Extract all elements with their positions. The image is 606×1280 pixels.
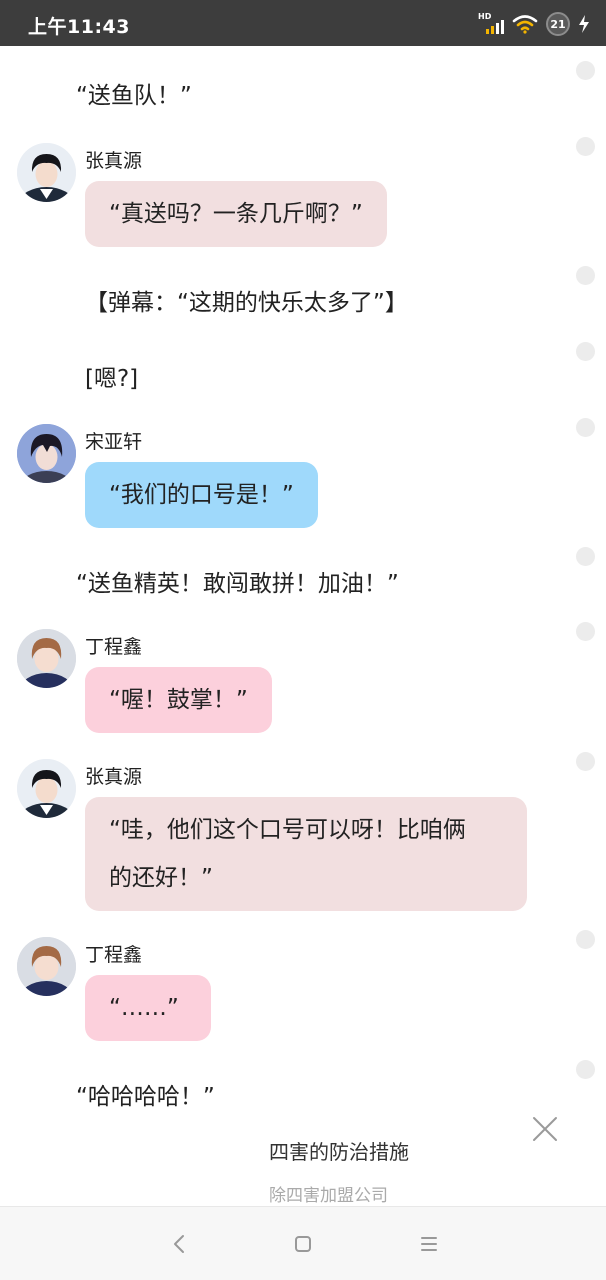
narration-text: “送鱼精英！敢闯敢拼！加油！” (76, 571, 399, 597)
ding-avatar[interactable] (17, 629, 76, 688)
comment-dot[interactable] (576, 342, 595, 361)
ding-avatar[interactable] (17, 937, 76, 996)
signal-icon: HD (478, 12, 504, 34)
status-icons: HD 21 (478, 12, 590, 36)
close-icon[interactable] (530, 1114, 560, 1144)
charging-icon (579, 15, 589, 33)
speaker-name: 宋亚轩 (85, 431, 143, 453)
speaker-name: 张真源 (85, 150, 143, 172)
chat-bubble: “……” (85, 975, 211, 1041)
zhang-avatar[interactable] (17, 143, 76, 202)
comment-dot[interactable] (576, 61, 595, 80)
speaker-name: 丁程鑫 (85, 944, 143, 966)
system-text: [嗯?] (85, 366, 139, 392)
chat-bubble: “喔！鼓掌！” (85, 667, 272, 733)
status-time: 上午11:43 (28, 16, 130, 38)
zhang-avatar[interactable] (17, 759, 76, 818)
comment-dot[interactable] (576, 1060, 595, 1079)
chat-bubble: “哇，他们这个口号可以呀！比咱俩 的还好！” (85, 797, 527, 911)
home-icon[interactable] (288, 1229, 318, 1259)
back-icon[interactable] (164, 1229, 194, 1259)
narration-text: “哈哈哈哈！” (76, 1084, 215, 1110)
battery-level: 21 (550, 17, 566, 31)
song-avatar[interactable] (17, 424, 76, 483)
comment-dot[interactable] (576, 622, 595, 641)
comment-dot[interactable] (576, 752, 595, 771)
speaker-name: 丁程鑫 (85, 636, 143, 658)
chat-bubble-line: “哇，他们这个口号可以呀！比咱俩 (109, 817, 466, 843)
comment-dot[interactable] (576, 266, 595, 285)
chat-bubble-line: 的还好！” (109, 865, 213, 891)
chat-bubble: “我们的口号是！” (85, 462, 318, 528)
ad-subtitle[interactable]: 除四害加盟公司 (269, 1181, 388, 1206)
menu-icon[interactable] (414, 1229, 444, 1259)
comment-dot[interactable] (576, 930, 595, 949)
navigation-bar (0, 1206, 606, 1280)
comment-dot[interactable] (576, 547, 595, 566)
comment-dot[interactable] (576, 418, 595, 437)
narration-text: “送鱼队！” (76, 83, 192, 109)
chat-bubble: “真送吗？一条几斤啊？” (85, 181, 387, 247)
battery-icon: 21 (546, 12, 570, 36)
speaker-name: 张真源 (85, 766, 143, 788)
wifi-icon (512, 15, 538, 34)
ad-title[interactable]: 四害的防治措施 (269, 1136, 409, 1165)
danmaku-text: 【弹幕：“这期的快乐太多了”】 (85, 290, 408, 316)
status-bar: 上午11:43 HD 21 (0, 0, 606, 46)
comment-dot[interactable] (576, 137, 595, 156)
